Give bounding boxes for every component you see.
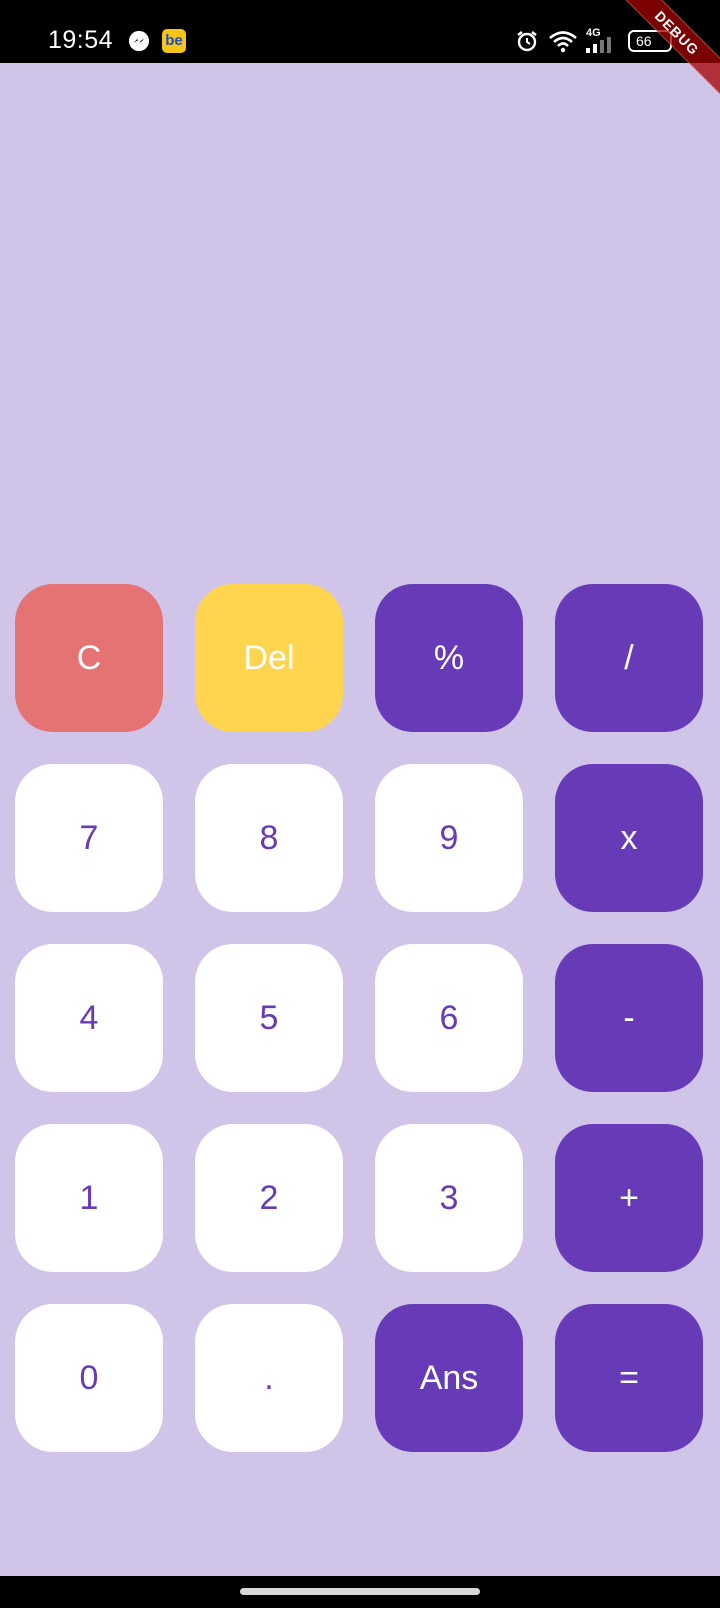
wifi-icon xyxy=(549,31,577,53)
digit-5-button[interactable]: 5 xyxy=(195,944,343,1092)
signal-icon xyxy=(586,37,611,53)
digit-4-button[interactable]: 4 xyxy=(15,944,163,1092)
digit-2-button[interactable]: 2 xyxy=(195,1124,343,1272)
equals-button[interactable]: = xyxy=(555,1304,703,1452)
subtract-button[interactable]: - xyxy=(555,944,703,1092)
digit-6-button[interactable]: 6 xyxy=(375,944,523,1092)
battery-level: 66 xyxy=(636,33,652,49)
digit-0-button[interactable]: 0 xyxy=(15,1304,163,1452)
digit-3-button[interactable]: 3 xyxy=(375,1124,523,1272)
navigation-bar xyxy=(0,1576,720,1608)
percent-button[interactable]: % xyxy=(375,584,523,732)
digit-7-button[interactable]: 7 xyxy=(15,764,163,912)
status-time: 19:54 xyxy=(48,26,114,54)
clear-button[interactable]: C xyxy=(15,584,163,732)
add-button[interactable]: + xyxy=(555,1124,703,1272)
alarm-icon xyxy=(517,31,537,52)
calculator-display xyxy=(0,63,720,563)
be-app-icon: be xyxy=(162,29,186,53)
delete-button[interactable]: Del xyxy=(195,584,343,732)
multiply-button[interactable]: x xyxy=(555,764,703,912)
digit-9-button[interactable]: 9 xyxy=(375,764,523,912)
answer-button[interactable]: Ans xyxy=(375,1304,523,1452)
digit-8-button[interactable]: 8 xyxy=(195,764,343,912)
decimal-button[interactable]: . xyxy=(195,1304,343,1452)
divide-button[interactable]: / xyxy=(555,584,703,732)
status-bar: 19:54 be 4G 66 xyxy=(0,0,720,63)
digit-1-button[interactable]: 1 xyxy=(15,1124,163,1272)
keypad: C Del%/ 7 8 9 x 4 5 6- 1 2 3 +0. Ans = xyxy=(15,584,705,1452)
messenger-icon xyxy=(128,30,150,52)
home-gesture-handle[interactable] xyxy=(240,1588,480,1595)
